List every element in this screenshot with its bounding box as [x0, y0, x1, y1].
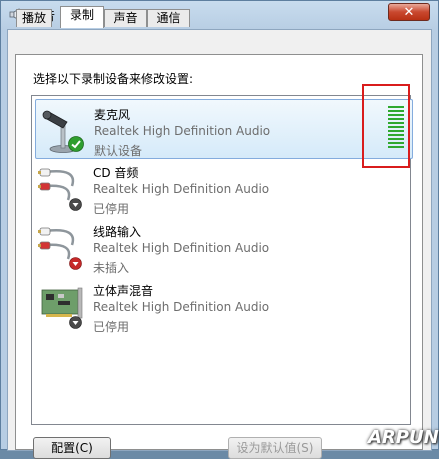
device-driver: Realtek High Definition Audio — [93, 182, 270, 196]
device-stereo-mix[interactable]: 立体声混音 Realtek High Definition Audio 已停用 — [35, 276, 413, 336]
device-driver: Realtek High Definition Audio — [94, 124, 271, 138]
close-button[interactable]: ✕ — [388, 3, 430, 21]
device-driver: Realtek High Definition Audio — [93, 300, 270, 314]
device-cd-audio[interactable]: CD 音频 Realtek High Definition Audio 已停用 — [35, 158, 413, 218]
device-name: 立体声混音 — [93, 284, 154, 298]
watermark-logo: ARPUN — [368, 427, 439, 448]
device-line-in[interactable]: 线路输入 Realtek High Definition Audio 未插入 — [35, 217, 413, 277]
device-status: 已停用 — [93, 320, 130, 334]
device-status: 已停用 — [93, 202, 130, 216]
device-status: 默认设备 — [94, 144, 143, 158]
device-status: 未插入 — [93, 261, 130, 275]
disabled-arrow-icon — [69, 198, 82, 211]
instruction-label: 选择以下录制设备来修改设置: — [33, 72, 194, 86]
device-microphone[interactable]: 麦克风 Realtek High Definition Audio 默认设备 — [35, 99, 413, 159]
device-name: 线路输入 — [93, 225, 142, 239]
tab-sounds[interactable]: 声音 — [104, 9, 147, 27]
disabled-arrow-icon — [69, 316, 82, 329]
device-list[interactable]: 麦克风 Realtek High Definition Audio 默认设备 C… — [31, 95, 413, 425]
set-default-button[interactable]: 设为默认值(S) — [228, 437, 322, 459]
device-name: CD 音频 — [93, 166, 139, 180]
annotation-highlight-box — [362, 84, 410, 168]
tab-recording[interactable]: 录制 — [60, 6, 104, 28]
unplugged-icon — [69, 257, 82, 270]
device-driver: Realtek High Definition Audio — [93, 241, 270, 255]
default-check-icon — [68, 136, 84, 152]
tab-playback[interactable]: 播放 — [16, 9, 52, 27]
tab-communications[interactable]: 通信 — [147, 9, 190, 27]
configure-button[interactable]: 配置(C) — [33, 437, 111, 459]
device-name: 麦克风 — [94, 108, 131, 122]
